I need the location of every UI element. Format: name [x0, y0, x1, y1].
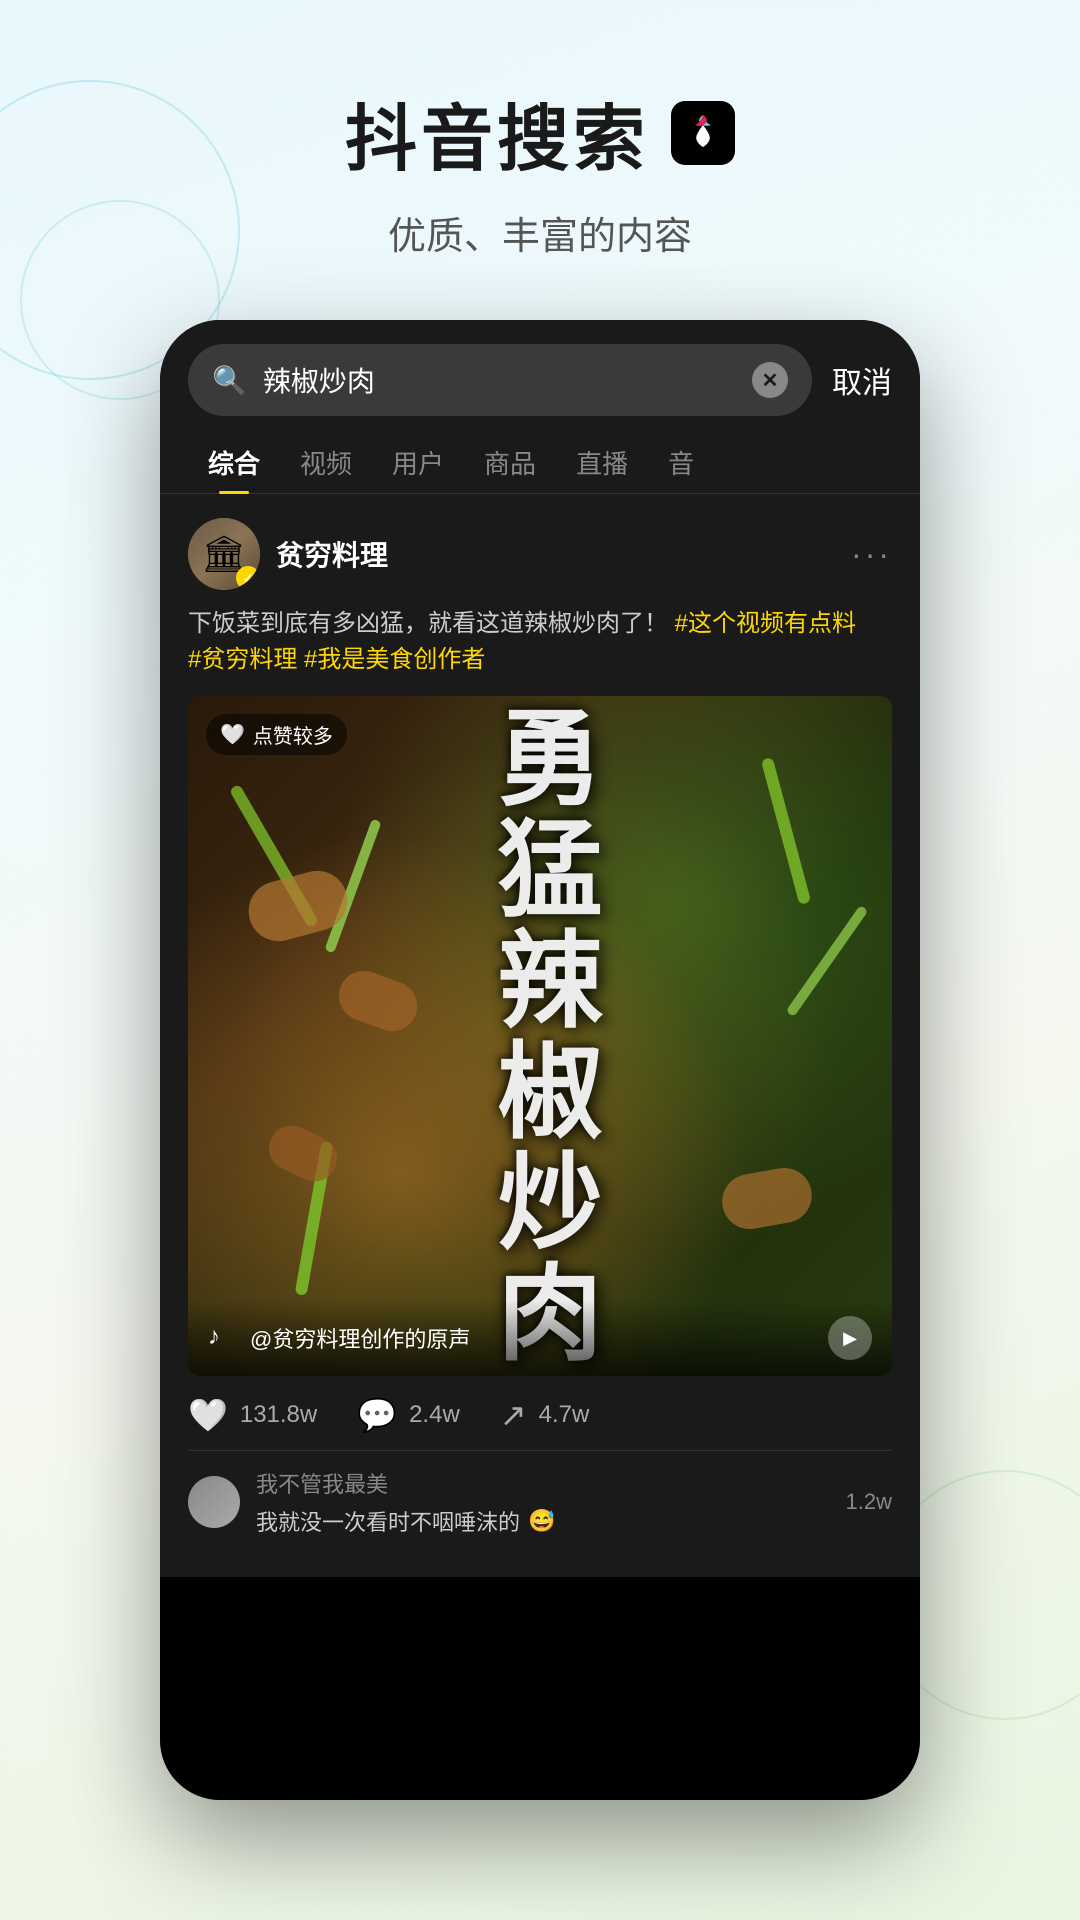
tab-综合[interactable]: 综合: [188, 432, 280, 493]
heart-stat-icon: 🤍: [188, 1396, 228, 1434]
search-icon: 🔍: [212, 364, 247, 397]
video-chinese-title: 勇猛辣椒炒肉: [485, 703, 595, 1369]
more-options-button[interactable]: ···: [851, 536, 892, 573]
user-avatar: ✓: [188, 518, 260, 590]
header-subtitle: 优质、丰富的内容: [0, 205, 1080, 260]
shares-count: 4.7w: [539, 1401, 590, 1429]
tab-直播[interactable]: 直播: [556, 432, 648, 493]
tab-音[interactable]: 音: [648, 432, 714, 493]
search-input-box[interactable]: 🔍 辣椒炒肉 ✕: [188, 344, 812, 416]
title-text-group: 勇猛辣椒炒肉: [209, 703, 871, 1369]
search-content-area: ✓ 贫穷料理 ··· 下饭菜到底有多凶猛，就看这道辣椒炒肉了！ #这个视频有点料…: [160, 494, 920, 1577]
verified-badge: ✓: [236, 566, 260, 590]
comment-text: 我就没一次看时不咽唾沫的: [256, 1505, 520, 1537]
comment-text-area: 我不管我最美 我就没一次看时不咽唾沫的 😅: [256, 1467, 830, 1537]
comments-stat[interactable]: 💬 2.4w: [357, 1396, 460, 1434]
emoji-drool: 😅: [528, 1508, 555, 1534]
commenter-avatar: [188, 1476, 240, 1528]
shares-stat[interactable]: ↗ 4.7w: [500, 1396, 590, 1434]
comment-stat-icon: 💬: [357, 1396, 397, 1434]
likes-stat[interactable]: 🤍 131.8w: [188, 1396, 317, 1434]
tiktok-logo-badge: [671, 101, 735, 165]
comment-preview-row[interactable]: 我不管我最美 我就没一次看时不咽唾沫的 😅 1.2w: [188, 1451, 892, 1553]
video-thumbnail[interactable]: 🤍 点赞较多: [188, 696, 892, 1376]
tab-商品[interactable]: 商品: [464, 432, 556, 493]
post-username[interactable]: 贫穷料理: [276, 534, 835, 574]
food-background: 勇猛辣椒炒肉: [188, 696, 892, 1376]
hashtag-3[interactable]: #我是美食创作者: [304, 646, 485, 673]
like-badge: 🤍 点赞较多: [206, 714, 347, 755]
post-user-row: ✓ 贫穷料理 ···: [188, 518, 892, 590]
comment-body: 我就没一次看时不咽唾沫的 😅: [256, 1505, 830, 1537]
tab-用户[interactable]: 用户: [372, 432, 464, 493]
search-tabs: 综合 视频 用户 商品 直播 音: [160, 416, 920, 494]
play-button[interactable]: ▶: [828, 1316, 872, 1360]
video-title-overlay: 勇猛辣椒炒肉: [188, 696, 892, 1376]
post-stats-row: 🤍 131.8w 💬 2.4w ↗ 4.7w: [188, 1376, 892, 1451]
comments-count: 2.4w: [409, 1401, 460, 1429]
commenter-username: 我不管我最美: [256, 1467, 830, 1499]
search-bar-container: 🔍 辣椒炒肉 ✕ 取消: [160, 320, 920, 416]
hashtag-2[interactable]: #贫穷料理: [188, 646, 297, 673]
comment-count: 1.2w: [846, 1489, 892, 1515]
tab-视频[interactable]: 视频: [280, 432, 372, 493]
phone-mockup: 🔍 辣椒炒肉 ✕ 取消 综合 视频 用户 商品: [160, 320, 920, 1800]
search-query: 辣椒炒肉: [263, 360, 736, 400]
post-body: 下饭菜到底有多凶猛，就看这道辣椒炒肉了！ #这个视频有点料 #贫穷料理 #我是美…: [188, 606, 892, 678]
share-stat-icon: ↗: [500, 1396, 527, 1434]
phone-screen: 🔍 辣椒炒肉 ✕ 取消 综合 视频 用户 商品: [160, 320, 920, 1800]
clear-search-button[interactable]: ✕: [752, 362, 788, 398]
cancel-search-button[interactable]: 取消: [832, 358, 892, 402]
heart-icon: 🤍: [220, 722, 245, 747]
app-title: 抖音搜索: [345, 80, 735, 185]
video-bottom-bar: ♪ @贫穷料理创作的原声 ▶: [188, 1300, 892, 1376]
sound-info-text: @贫穷料理创作的原声: [250, 1322, 816, 1354]
hashtag-1[interactable]: #这个视频有点料: [675, 610, 856, 637]
app-header: 抖音搜索 优质、丰富的内容: [0, 0, 1080, 260]
header-title-row: 抖音搜索: [0, 80, 1080, 185]
post-main-text: 下饭菜到底有多凶猛，就看这道辣椒炒肉了！: [188, 610, 668, 637]
tiktok-d-icon: ♪: [208, 1323, 238, 1353]
phone-frame: 🔍 辣椒炒肉 ✕ 取消 综合 视频 用户 商品: [160, 320, 920, 1800]
likes-count: 131.8w: [240, 1401, 317, 1429]
